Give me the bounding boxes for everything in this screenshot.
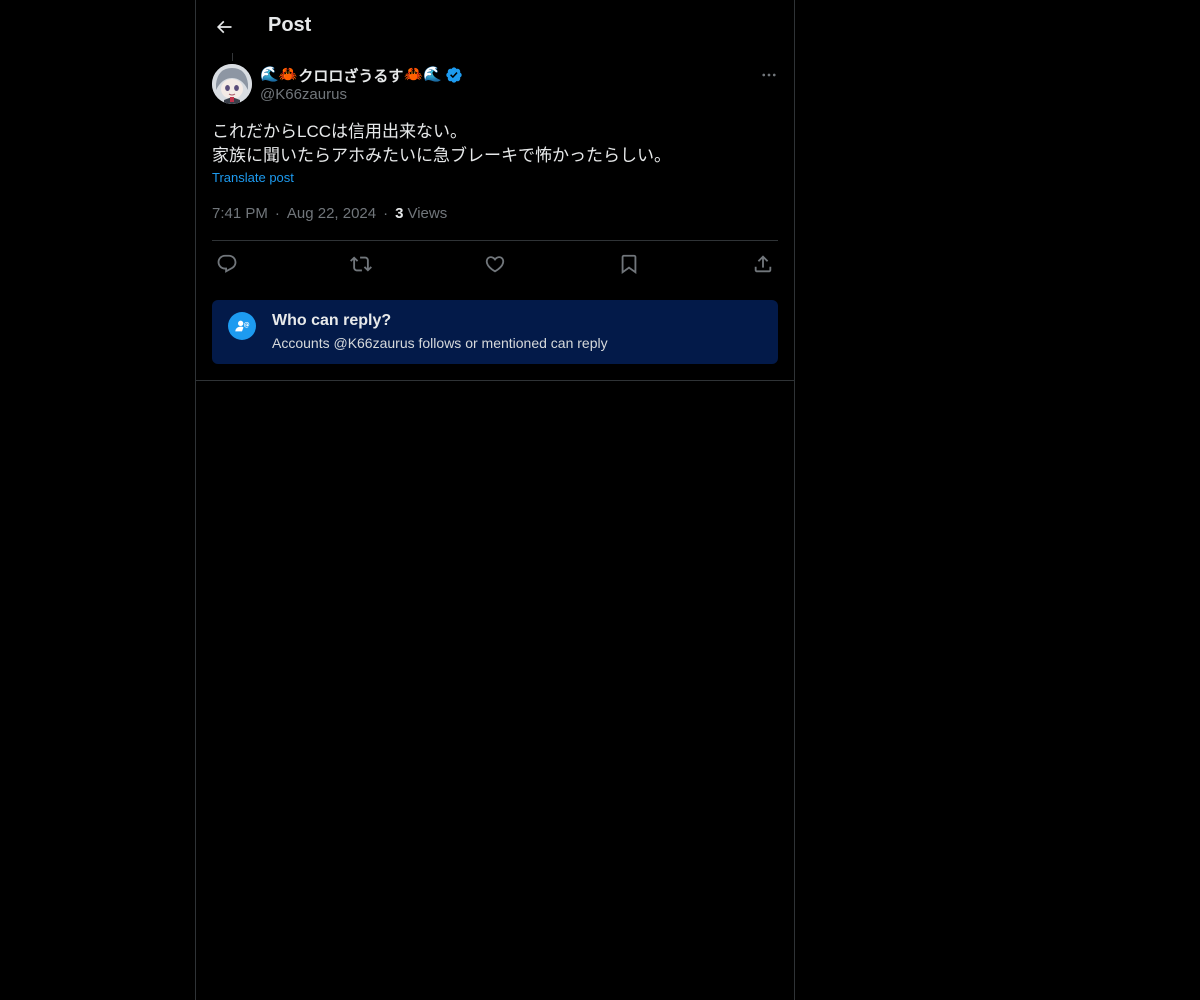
- avatar[interactable]: [212, 64, 252, 104]
- back-button[interactable]: [208, 11, 240, 43]
- reply-restriction-title: Who can reply?: [272, 312, 392, 329]
- reply-restriction-icon-wrap: @: [228, 312, 256, 340]
- views-label: Views: [407, 205, 448, 222]
- bookmark-button[interactable]: [614, 252, 644, 276]
- tweet-date[interactable]: Aug 22, 2024: [287, 205, 376, 222]
- author-info: 🌊 🦀 クロロざうるす 🦀 🌊 @K66zaurus: [260, 64, 463, 103]
- reply-restriction-notice: @ Who can reply? Accounts @K66zaurus fol…: [212, 300, 778, 364]
- retweet-button[interactable]: [346, 252, 376, 276]
- tweet-metadata: 7:41 PM · Aug 22, 2024 · 3 Views: [212, 205, 447, 222]
- thread-connector-line: [232, 53, 233, 61]
- action-bar: [212, 252, 778, 276]
- divider: [212, 240, 778, 241]
- page-title: Post: [268, 14, 312, 36]
- more-horizontal-icon: [762, 73, 776, 77]
- display-name: クロロざうるす: [298, 67, 404, 85]
- crab-emoji: 🦀: [278, 66, 298, 83]
- wave-emoji: 🌊: [423, 66, 442, 83]
- arrow-left-icon: [216, 20, 232, 34]
- bookmark-icon: [621, 254, 637, 275]
- more-options-button[interactable]: [758, 64, 780, 86]
- divider: [196, 380, 794, 381]
- reply-button[interactable]: [212, 252, 242, 276]
- wave-emoji: 🌊: [260, 66, 279, 83]
- tweet-time[interactable]: 7:41 PM: [212, 205, 268, 222]
- retweet-icon: [350, 256, 372, 272]
- tweet-text: これだからLCCは信用出来ない。 家族に聞いたらアホみたいに急ブレーキで怖かった…: [212, 122, 671, 165]
- views-count: 3: [395, 205, 404, 222]
- svg-text:@: @: [244, 322, 250, 329]
- reply-restriction-subtitle: Accounts @K66zaurus follows or mentioned…: [272, 335, 608, 351]
- display-name-row[interactable]: 🌊 🦀 クロロざうるす 🦀 🌊: [260, 64, 463, 86]
- reply-icon: [217, 254, 237, 273]
- share-icon: [754, 255, 772, 273]
- crab-emoji: 🦀: [404, 66, 424, 83]
- share-button[interactable]: [748, 252, 778, 276]
- primary-column: Post 🌊 🦀 クロロざうるす 🦀 🌊 @K66zaurus これだからLCC…: [195, 0, 795, 1000]
- verified-badge-icon[interactable]: [445, 66, 463, 84]
- like-icon: [485, 256, 505, 273]
- user-handle[interactable]: @K66zaurus: [260, 86, 463, 103]
- person-mention-icon: @: [235, 320, 250, 332]
- separator-dot: ·: [274, 205, 280, 222]
- page-header: Post: [196, 0, 794, 53]
- separator-dot: ·: [383, 205, 389, 222]
- like-button[interactable]: [480, 252, 510, 276]
- avatar-image: [212, 64, 252, 104]
- translate-post-link[interactable]: Translate post: [212, 170, 294, 185]
